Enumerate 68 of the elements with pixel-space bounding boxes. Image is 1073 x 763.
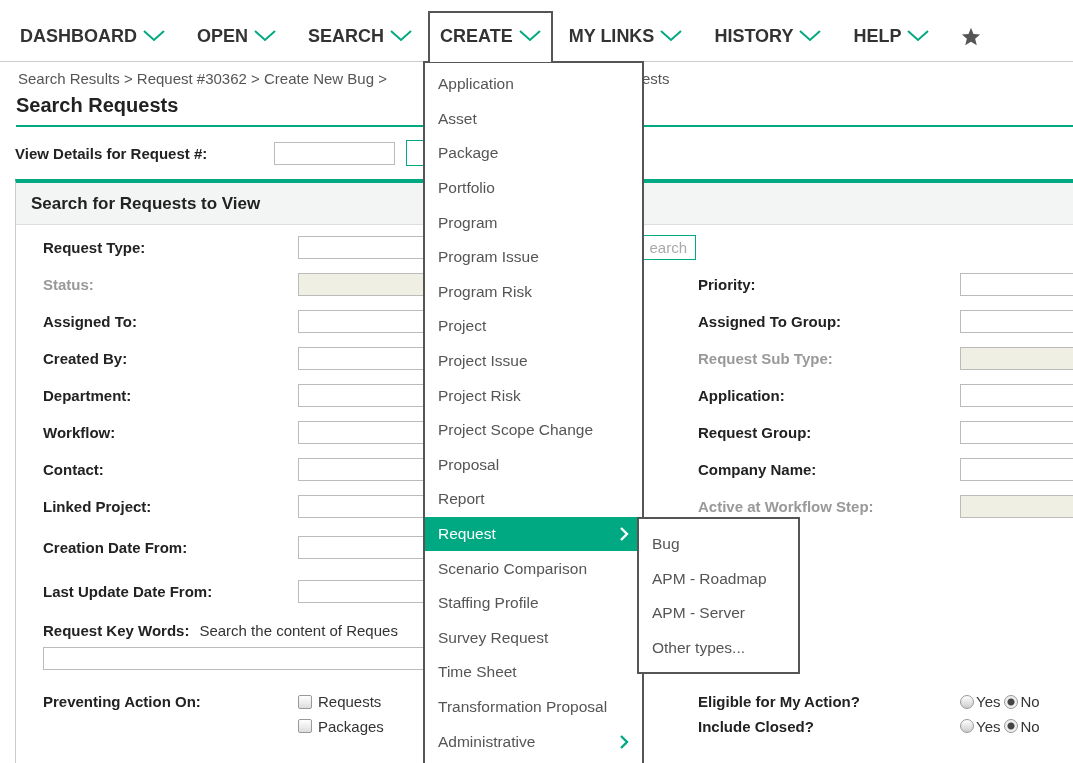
hint-text: Search the content of Reques [199,621,398,639]
radio-button[interactable]: Yes [960,717,1001,735]
field-label: Contact: [43,461,105,478]
field-label: Linked Project: [43,498,153,515]
chevron-down-icon [799,30,822,42]
menu-item[interactable]: Project Issue [425,343,637,379]
chevron-down-icon [907,30,930,42]
field-label: Department: [43,387,133,404]
menu-item[interactable]: Application [425,67,637,102]
field-label: Last Update Date From: [43,582,214,600]
field-label: Active at Workflow Step: [698,498,875,515]
field-label: Created By: [43,350,129,367]
field-label: Request Sub Type: [698,350,834,367]
chevron-down-icon [518,30,541,42]
field-label: Request Type: [43,239,147,256]
chevron-right-icon [619,734,629,749]
field-label: Company Name: [698,461,818,478]
input-field[interactable] [960,273,1073,296]
field-label: Status: [43,276,95,293]
menu-item[interactable]: Project Risk [425,378,637,413]
field-label: Creation Date From: [43,538,189,556]
menu-item[interactable]: Proposal [425,447,637,483]
field-label: Eligible for My Action? [698,693,861,710]
chevron-down-icon [143,30,165,42]
menu-item[interactable]: Scenario Comparison [425,551,637,586]
nav-menu[interactable]: CREATE [428,11,553,62]
menu-item[interactable]: Program Risk [425,274,637,310]
chevron-right-icon [619,527,629,541]
checkbox[interactable]: Requests [298,693,382,710]
menu-item[interactable]: APM - Roadmap [639,561,798,596]
input-field[interactable] [960,310,1073,333]
field-label: Preventing Action On: [43,693,202,710]
chevron-down-icon [660,30,683,42]
menu-item[interactable]: Time Sheet [425,655,637,690]
menu-item[interactable]: Program Issue [425,239,637,275]
field-label: Assigned To Group: [698,313,843,330]
menu-item[interactable]: Project [425,309,637,344]
menu-item[interactable]: Survey Request [425,620,637,656]
field-label: Include Closed? [698,717,815,735]
field-label: View Details for Request #: [15,144,209,162]
field-label: Application: [698,387,786,404]
star-icon[interactable] [961,26,982,46]
chevron-down-icon [390,30,413,42]
input-field[interactable] [960,421,1073,444]
menu-item[interactable]: Administrative [425,724,637,759]
menu-item[interactable]: Package [425,136,637,171]
menu-item[interactable]: Other types... [639,630,798,665]
field-label: Request Key Words: [43,621,190,639]
menu-item[interactable]: Asset [425,101,637,137]
menu-item[interactable]: Transformation Proposal [425,689,637,725]
menu-item[interactable]: Staffing Profile [425,585,637,621]
input-field[interactable] [274,141,395,165]
radio-button[interactable]: No [1004,693,1040,710]
field-label: Assigned To: [43,313,138,330]
checkbox[interactable]: Packages [298,717,384,735]
input-field[interactable] [960,458,1073,481]
page-title: Search Requests [15,93,179,118]
menu-item[interactable]: Bug [639,527,798,562]
input-field[interactable] [960,384,1073,407]
field-label: Priority: [698,276,757,293]
field-label: Request Group: [698,424,813,441]
chevron-down-icon [254,30,276,42]
menu-item[interactable]: APM - Server [639,596,798,631]
menu-item[interactable]: Project Scope Change [425,412,637,448]
radio-button[interactable]: Yes [960,693,1001,710]
radio-button[interactable]: No [1004,717,1040,735]
field-label: Workflow: [43,424,117,441]
menu-item[interactable]: Report [425,482,637,517]
